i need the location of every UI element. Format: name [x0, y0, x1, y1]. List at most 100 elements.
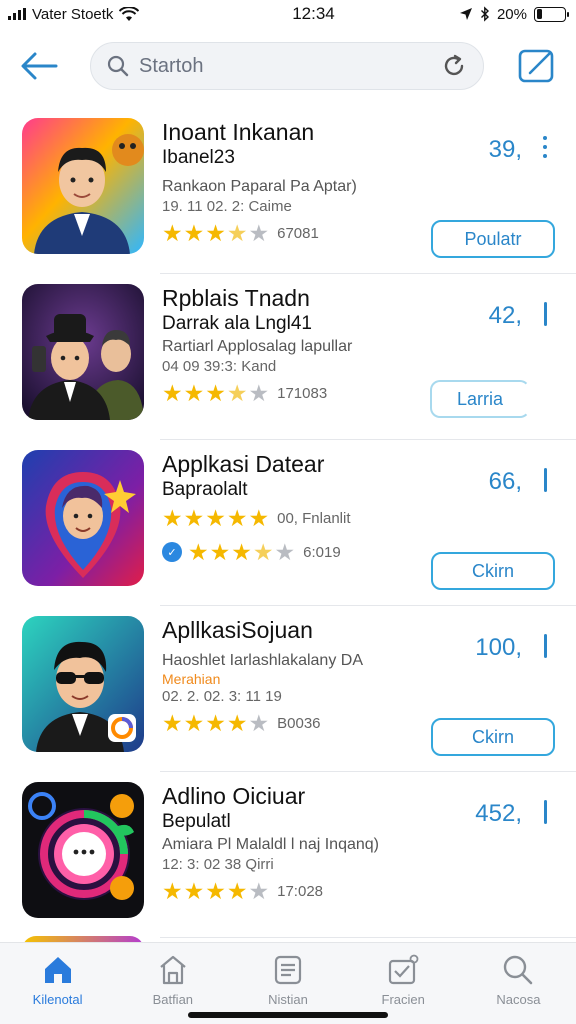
app-info: Rpblais Tnadn Darrak ala Lngl41 Rartiarl… [162, 284, 412, 405]
battery-percent: 20% [496, 5, 527, 23]
tab-label: Nistian [268, 992, 308, 1007]
star-icon: ★ [248, 220, 270, 246]
rating-count: 171083 [277, 384, 328, 402]
star-icon: ★ [226, 878, 248, 904]
star-icon: ★ [205, 505, 226, 531]
tab-label: Fracien [381, 992, 425, 1007]
cellular-signal-icon [8, 8, 26, 20]
star-icon: ★ [183, 220, 205, 246]
search-bar[interactable]: Startoh [90, 42, 484, 90]
star-icon: ★ [162, 878, 183, 904]
more-options-icon[interactable] [539, 136, 551, 162]
star-icon: ★ [205, 878, 226, 904]
rating-text: 00, Fnlanlit [277, 509, 351, 527]
compose-icon[interactable] [518, 48, 556, 84]
app-meta: 04 09 39:3: Kand [162, 358, 277, 375]
battery-level [536, 9, 542, 19]
rating-count: 6:019 [303, 543, 341, 561]
star-rating: ★ ★ ★ ★ ★ [162, 711, 269, 735]
star-icon: ★ [226, 505, 248, 531]
app-icon-image [22, 616, 144, 752]
app-action-button[interactable]: Ckirn [431, 552, 555, 590]
app-info: ApllkasiSojuan Haoshlet Iarlashlakalany … [162, 616, 412, 735]
rating: ★ ★ ★ ★ ★ 00, Fnlanlit [162, 506, 412, 530]
location-icon [459, 8, 472, 20]
status-left: Vater Stoetk [8, 6, 208, 23]
app-description: Amiara Pl Malaldl l naj Inqanq) [162, 836, 379, 853]
app-subtitle: Ibanel23 [162, 147, 235, 168]
store-icon [160, 955, 186, 985]
app-price: 100, [475, 634, 522, 661]
arrow-left-icon[interactable] [18, 50, 60, 82]
app-meta: 02. 2. 02. 3: 11 19 [162, 688, 282, 705]
app-list-item[interactable]: Applkasi Datear Bapraolalt ★ ★ ★ ★ ★ 00, Fnl… [0, 440, 576, 606]
star-icon: ★ [183, 710, 205, 736]
search-icon [107, 55, 129, 77]
star-icon: ★ [162, 710, 183, 736]
rating: ★ ★ ★ ★ ★ B0036 [162, 711, 412, 735]
star-icon: ★ [162, 380, 183, 406]
inbox-icon [389, 954, 419, 985]
more-options-icon[interactable] [539, 468, 551, 494]
star-rating: ★ ★ ★ ★ ★ [162, 221, 269, 245]
star-icon: ★ [226, 710, 248, 736]
app-list: Inoant Inkanan Ibanel23 Rankaon Paparal … [0, 108, 576, 938]
divider [160, 937, 576, 938]
app-list-item[interactable]: Inoant Inkanan Ibanel23 Rankaon Paparal … [0, 108, 576, 274]
clock: 12:34 [292, 4, 335, 23]
app-action-button[interactable]: Poulatr [431, 220, 555, 258]
app-list-item[interactable]: ApllkasiSojuan Haoshlet Iarlashlakalany … [0, 606, 576, 772]
app-icon-image [22, 118, 144, 254]
rating-secondary: ✓ ★ ★ ★ ★ ★ 6:019 [162, 540, 412, 564]
app-info: Applkasi Datear Bapraolalt ★ ★ ★ ★ ★ 00, Fnl… [162, 450, 412, 564]
star-icon: ★ [248, 505, 270, 531]
app-price: 39, [488, 136, 522, 163]
verified-icon: ✓ [162, 542, 182, 562]
more-options-icon[interactable] [539, 800, 551, 826]
star-icon: ★ [162, 220, 183, 246]
star-icon: ★ [183, 505, 205, 531]
star-icon: ★ [248, 710, 270, 736]
rating: ★ ★ ★ ★ ★ 171083 [162, 381, 412, 405]
star-icon: ★ [231, 539, 252, 565]
star-icon: ★ [226, 380, 248, 406]
more-options-icon[interactable] [539, 634, 551, 660]
star-rating: ★ ★ ★ ★ ★ [162, 381, 269, 405]
tab-label: Kilenotal [32, 992, 83, 1007]
app-subtitle: Darrak ala Lngl41 [162, 313, 312, 334]
more-options-icon[interactable] [539, 302, 551, 328]
tab-search[interactable]: Nacosa [461, 943, 576, 1024]
star-icon: ★ [205, 220, 226, 246]
app-action-button[interactable]: Ckirn [431, 718, 555, 756]
status-right: 20% [459, 5, 569, 23]
app-price: 66, [488, 468, 522, 495]
app-title: ApllkasiSojuan [162, 617, 313, 643]
star-rating: ★ ★ ★ ★ ★ [162, 506, 269, 530]
app-action-button[interactable]: Larria [430, 380, 530, 418]
star-icon: ★ [188, 539, 209, 565]
search-input[interactable]: Startoh [139, 55, 441, 78]
app-list-item[interactable]: Rpblais Tnadn Darrak ala Lngl41 Rartiarl… [0, 274, 576, 440]
app-description: Rartiarl Applosalag lapullar [162, 338, 353, 355]
star-icon: ★ [209, 539, 231, 565]
home-icon [44, 957, 71, 983]
star-rating: ★ ★ ★ ★ ★ [188, 540, 295, 564]
tab-home[interactable]: Kilenotal [0, 943, 115, 1024]
home-indicator[interactable] [188, 1012, 388, 1018]
app-info: Adlino Oiciuar Bepulatl Amiara Pl Malald… [162, 782, 412, 903]
search-icon [504, 955, 533, 985]
bluetooth-icon [480, 6, 489, 22]
app-meta: 12: 3: 02 38 Qirri [162, 856, 274, 873]
app-icon-image [22, 284, 144, 420]
app-icon-image [22, 782, 144, 918]
wifi-icon [119, 6, 140, 21]
refresh-icon[interactable] [441, 53, 467, 79]
app-title: Inoant Inkanan [162, 119, 315, 145]
star-icon: ★ [274, 539, 296, 565]
app-list-item[interactable]: Adlino Oiciuar Bepulatl Amiara Pl Malald… [0, 772, 576, 938]
app-price: 452, [475, 800, 522, 827]
star-icon: ★ [248, 878, 270, 904]
list-icon [274, 955, 302, 985]
star-icon: ★ [205, 380, 226, 406]
tab-label: Batfian [152, 992, 194, 1007]
